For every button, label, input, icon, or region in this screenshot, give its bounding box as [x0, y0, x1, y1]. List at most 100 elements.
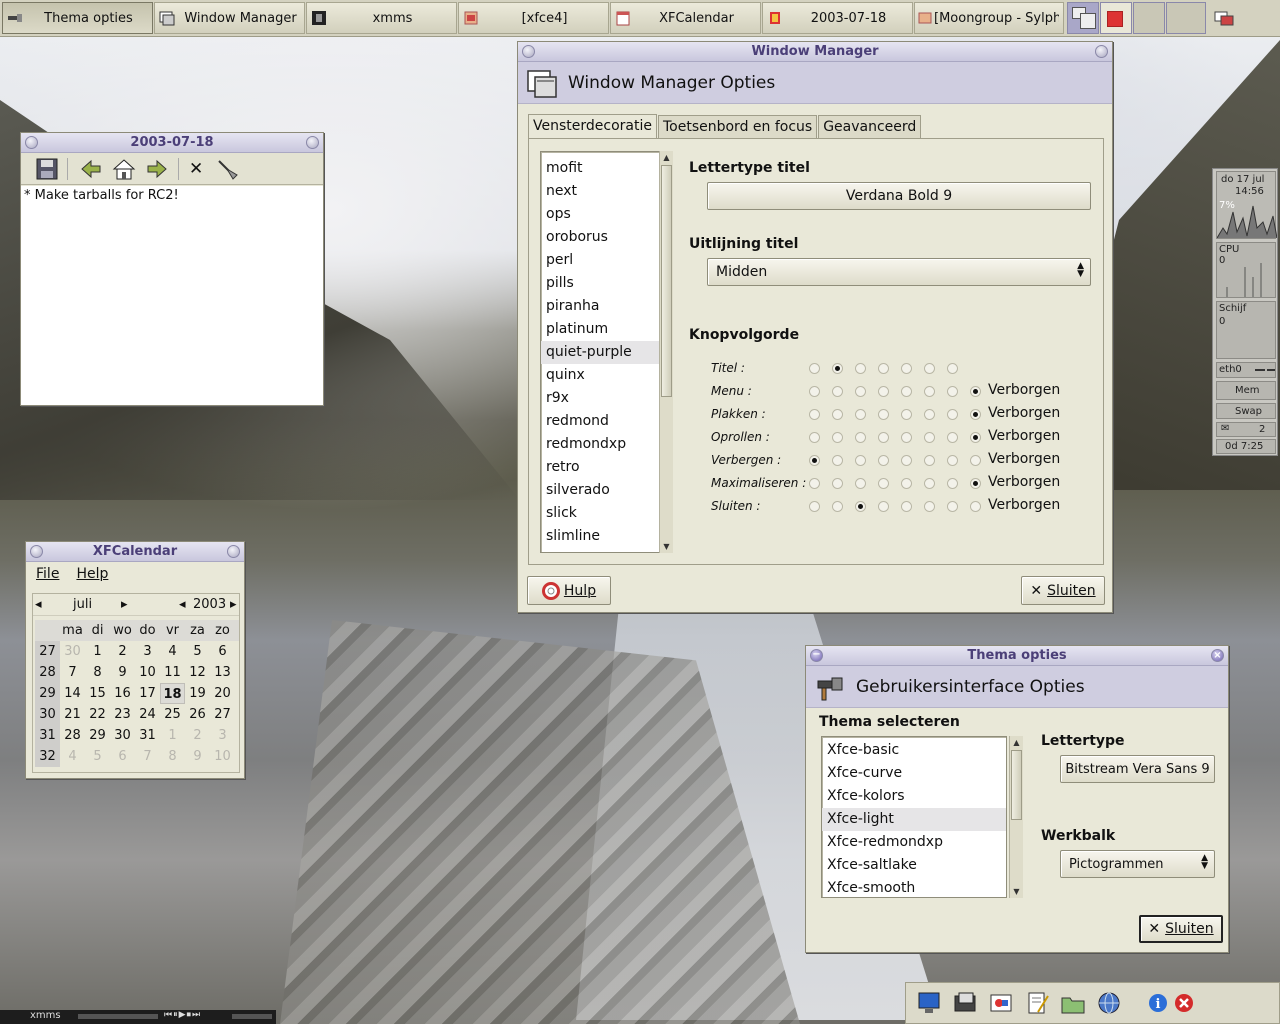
button-position-radio[interactable]: [970, 409, 981, 420]
calendar-day[interactable]: 30: [60, 641, 85, 662]
button-position-radio[interactable]: [809, 386, 820, 397]
calendar-day[interactable]: 3: [135, 641, 160, 662]
scroll-down-icon[interactable]: ▼: [1010, 885, 1023, 898]
tray-network-icon[interactable]: [1213, 7, 1235, 29]
scroll-down-icon[interactable]: ▼: [660, 540, 673, 553]
window-close-button[interactable]: [227, 545, 240, 558]
home-icon[interactable]: [112, 157, 136, 181]
calendar-day[interactable]: 10: [135, 662, 160, 683]
theme-list-item[interactable]: quinx: [541, 364, 663, 387]
scroll-thumb[interactable]: [1011, 750, 1022, 820]
theme-list-item[interactable]: piranha: [541, 295, 663, 318]
button-position-radio[interactable]: [878, 432, 889, 443]
tab-geavanceerd[interactable]: Geavanceerd: [818, 115, 922, 138]
calendar-day[interactable]: 6: [210, 641, 235, 662]
wm-close-button[interactable]: ✕ Sluiten: [1021, 576, 1105, 605]
button-position-radio[interactable]: [832, 409, 843, 420]
ui-theme-list-item[interactable]: Xfce-smooth: [822, 877, 1006, 897]
folder-icon[interactable]: [1060, 990, 1086, 1016]
scroll-up-icon[interactable]: ▲: [660, 151, 673, 164]
button-position-radio[interactable]: [947, 409, 958, 420]
calendar-titlebar[interactable]: XFCalendar: [26, 542, 244, 562]
calendar-day[interactable]: 1: [85, 641, 110, 662]
calendar-day[interactable]: 18: [160, 683, 185, 704]
workspace-1[interactable]: [1067, 2, 1099, 34]
button-position-radio[interactable]: [901, 386, 912, 397]
button-position-radio[interactable]: [947, 455, 958, 466]
exit-icon[interactable]: [1174, 993, 1194, 1013]
ui-theme-list-item[interactable]: Xfce-kolors: [822, 785, 1006, 808]
window-menu-button[interactable]: [522, 45, 535, 58]
button-position-radio[interactable]: [947, 386, 958, 397]
button-position-radio[interactable]: [970, 501, 981, 512]
xmms-controls-icon[interactable]: ⏮⏸▶⏹⏭: [164, 1010, 201, 1020]
theme-list-item[interactable]: r9x: [541, 387, 663, 410]
button-position-radio[interactable]: [901, 501, 912, 512]
ui-theme-list[interactable]: Xfce-basic Xfce-curve Xfce-kolors Xfce-ligh…: [821, 736, 1007, 898]
workspace-3[interactable]: [1133, 2, 1165, 34]
theme-close-button[interactable]: ✕ Sluiten: [1139, 915, 1223, 943]
button-position-radio[interactable]: [809, 432, 820, 443]
workspace-4[interactable]: [1166, 2, 1206, 34]
calendar-day[interactable]: 7: [135, 746, 160, 767]
ui-theme-list-item[interactable]: Xfce-saltlake: [822, 854, 1006, 877]
monitor-icon[interactable]: [916, 990, 942, 1016]
tab-toetsenbord[interactable]: Toetsenbord en focus: [657, 115, 818, 138]
calendar-day[interactable]: 19: [185, 683, 210, 704]
window-close-button[interactable]: [306, 136, 319, 149]
theme-list-item[interactable]: mofit: [541, 157, 663, 180]
button-position-radio[interactable]: [924, 455, 935, 466]
calendar-day[interactable]: 23: [110, 704, 135, 725]
button-position-radio[interactable]: [947, 363, 958, 374]
theme-list-item[interactable]: ops: [541, 203, 663, 226]
button-position-radio[interactable]: [901, 432, 912, 443]
menu-help[interactable]: Help: [76, 566, 108, 582]
window-menu-button[interactable]: [25, 136, 38, 149]
theme-list-item[interactable]: quiet-purple: [541, 341, 663, 364]
calendar-day[interactable]: 6: [110, 746, 135, 767]
calendar-day[interactable]: 3: [210, 725, 235, 746]
calendar-day[interactable]: 10: [210, 746, 235, 767]
button-position-radio[interactable]: [832, 455, 843, 466]
theme-list-item[interactable]: platinum: [541, 318, 663, 341]
button-position-radio[interactable]: [878, 501, 889, 512]
align-title-select[interactable]: Midden ▲ ▼: [707, 258, 1091, 286]
ui-theme-list-item[interactable]: Xfce-light: [822, 808, 1006, 831]
scroll-thumb[interactable]: [661, 165, 672, 397]
button-position-radio[interactable]: [809, 363, 820, 374]
window-close-icon[interactable]: ×: [1211, 649, 1224, 662]
help-button[interactable]: Hulp: [527, 576, 611, 605]
window-menu-button[interactable]: [30, 545, 43, 558]
calendar-day[interactable]: 8: [160, 746, 185, 767]
button-position-radio[interactable]: [855, 386, 866, 397]
prev-year-icon[interactable]: ◂: [179, 597, 186, 612]
theme-list-item[interactable]: next: [541, 180, 663, 203]
xmms-volume-bar[interactable]: [232, 1014, 272, 1019]
button-position-radio[interactable]: [878, 409, 889, 420]
editor-icon[interactable]: [1024, 990, 1050, 1016]
task-xfce4[interactable]: [xfce4]: [458, 2, 609, 34]
menu-file[interactable]: File: [36, 566, 59, 582]
calendar-day[interactable]: 29: [85, 725, 110, 746]
button-position-radio[interactable]: [901, 455, 912, 466]
calendar-day[interactable]: 7: [60, 662, 85, 683]
button-position-radio[interactable]: [878, 455, 889, 466]
task-window-manager[interactable]: Window Manager: [154, 2, 305, 34]
calendar-day[interactable]: 27: [210, 704, 235, 725]
theme-titlebar[interactable]: − Thema opties ×: [806, 646, 1228, 666]
button-position-radio[interactable]: [970, 432, 981, 443]
theme-list-item[interactable]: retro: [541, 456, 663, 479]
mailbox-icon[interactable]: ✉: [1221, 423, 1229, 434]
calendar-day[interactable]: 2: [185, 725, 210, 746]
minimize-icon[interactable]: −: [810, 649, 823, 662]
button-position-radio[interactable]: [947, 501, 958, 512]
graphics-icon[interactable]: [988, 990, 1014, 1016]
theme-list-item[interactable]: redmondxp: [541, 433, 663, 456]
tab-vensterdecoratie[interactable]: Vensterdecoratie: [528, 114, 657, 138]
theme-list-item[interactable]: oroborus: [541, 226, 663, 249]
button-position-radio[interactable]: [901, 478, 912, 489]
calendar-day[interactable]: 5: [85, 746, 110, 767]
next-year-icon[interactable]: ▸: [230, 597, 237, 612]
theme-list[interactable]: mofit next ops oroborus perl pills piranha plat…: [540, 151, 664, 553]
button-position-radio[interactable]: [832, 501, 843, 512]
